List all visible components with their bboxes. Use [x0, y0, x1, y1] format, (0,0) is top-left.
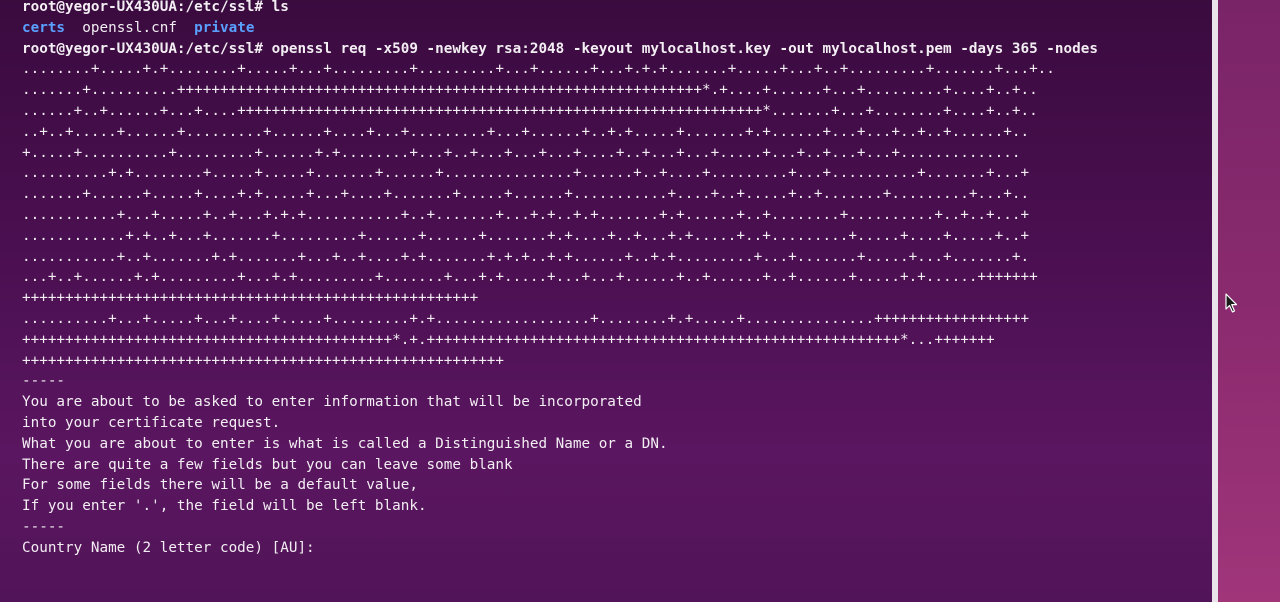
output-text: ++++++++++++++++++++++++++++++++++++++++…: [22, 352, 505, 369]
terminal-line: ..+..+.....+......+.........+......+....…: [22, 122, 1098, 143]
terminal-window[interactable]: root@yegor-UX430UA:/etc/ssl# ls certs ope…: [0, 0, 1212, 602]
terminal-line: ......+..+......+...+....+++++++++++++++…: [22, 101, 1098, 122]
terminal-line: root@yegor-UX430UA:/etc/ssl# ls: [22, 0, 1098, 18]
output-text: ......+..+......+...+....+++++++++++++++…: [22, 102, 1038, 119]
terminal-line: You are about to be asked to enter infor…: [22, 392, 1098, 413]
output-text: into your certificate request.: [22, 414, 281, 431]
output-text: For some fields there will be a default …: [22, 477, 418, 494]
terminal-line: ...........+..+.......+.+.......+...+..+…: [22, 247, 1098, 268]
output-text: You are about to be asked to enter infor…: [22, 394, 642, 411]
output-text: There are quite a few fields but you can…: [22, 456, 513, 473]
terminal-line: What you are about to enter is what is c…: [22, 434, 1098, 455]
terminal-line: Country Name (2 letter code) [AU]:: [22, 538, 1098, 559]
terminal-line: +.....+..........+.........+......+.+...…: [22, 143, 1098, 164]
terminal-line: ..........+...+.....+...+....+.....+....…: [22, 309, 1098, 330]
output-text: -----: [22, 373, 66, 390]
directory-name: private: [194, 19, 255, 36]
directory-name: certs: [22, 19, 66, 36]
output-text: If you enter '.', the field will be left…: [22, 498, 427, 515]
terminal-line: ...+..+......+.+.........+...+.+........…: [22, 267, 1098, 288]
terminal-line: ...........+...+.....+..+...+.+.+.......…: [22, 205, 1098, 226]
shell-prompt-command: root@yegor-UX430UA:/etc/ssl# openssl req…: [22, 40, 1098, 57]
output-text: -----: [22, 518, 66, 535]
terminal-line: -----: [22, 517, 1098, 538]
output-text: .......+..........++++++++++++++++++++++…: [22, 82, 1038, 99]
output-text: ..........+...+.....+...+....+.....+....…: [22, 310, 1030, 327]
output-text: ...........+...+.....+..+...+.+.+.......…: [22, 206, 1030, 223]
terminal-line: ++++++++++++++++++++++++++++++++++++++++…: [22, 288, 1098, 309]
output-text: ...........+..+.......+.+.......+...+..+…: [22, 248, 1030, 265]
terminal-line: into your certificate request.: [22, 413, 1098, 434]
terminal-line: There are quite a few fields but you can…: [22, 455, 1098, 476]
output-text: ++++++++++++++++++++++++++++++++++++++++…: [22, 290, 479, 307]
output-text: openssl.cnf: [65, 19, 195, 36]
terminal-line: For some fields there will be a default …: [22, 475, 1098, 496]
output-text: ............+.+..+...+.......+.........+…: [22, 227, 1030, 244]
terminal-line: -----: [22, 371, 1098, 392]
terminal-line: .......+..........++++++++++++++++++++++…: [22, 80, 1098, 101]
terminal-line: If you enter '.', the field will be left…: [22, 496, 1098, 517]
terminal-line: ++++++++++++++++++++++++++++++++++++++++…: [22, 351, 1098, 372]
terminal-line: root@yegor-UX430UA:/etc/ssl# openssl req…: [22, 39, 1098, 60]
output-text: +.....+..........+.........+......+.+...…: [22, 144, 1021, 161]
shell-prompt-command: root@yegor-UX430UA:/etc/ssl# ls: [22, 0, 289, 15]
output-text: .......+......+.....+....+.+.....+...+..…: [22, 186, 1030, 203]
output-text: Country Name (2 letter code) [AU]:: [22, 539, 315, 556]
output-text: ..+..+.....+......+.........+......+....…: [22, 123, 1030, 140]
output-text: ........+.....+.+........+.....+...+....…: [22, 61, 1055, 78]
terminal-line: .......+......+.....+....+.+.....+...+..…: [22, 184, 1098, 205]
mouse-pointer-icon: [1225, 293, 1238, 313]
terminal-line: ..........+.+........+.....+.....+......…: [22, 163, 1098, 184]
output-text: ..........+.+........+.....+.....+......…: [22, 165, 1030, 182]
output-text: What you are about to enter is what is c…: [22, 435, 668, 452]
terminal-line: certs openssl.cnf private: [22, 18, 1098, 39]
terminal-line: ++++++++++++++++++++++++++++++++++++++++…: [22, 330, 1098, 351]
output-text: ...+..+......+.+.........+...+.+........…: [22, 269, 1038, 286]
terminal-output[interactable]: root@yegor-UX430UA:/etc/ssl# ls certs ope…: [22, 0, 1098, 559]
output-text: ++++++++++++++++++++++++++++++++++++++++…: [22, 331, 995, 348]
terminal-line: ........+.....+.+........+.....+...+....…: [22, 59, 1098, 80]
terminal-line: ............+.+..+...+.......+.........+…: [22, 226, 1098, 247]
